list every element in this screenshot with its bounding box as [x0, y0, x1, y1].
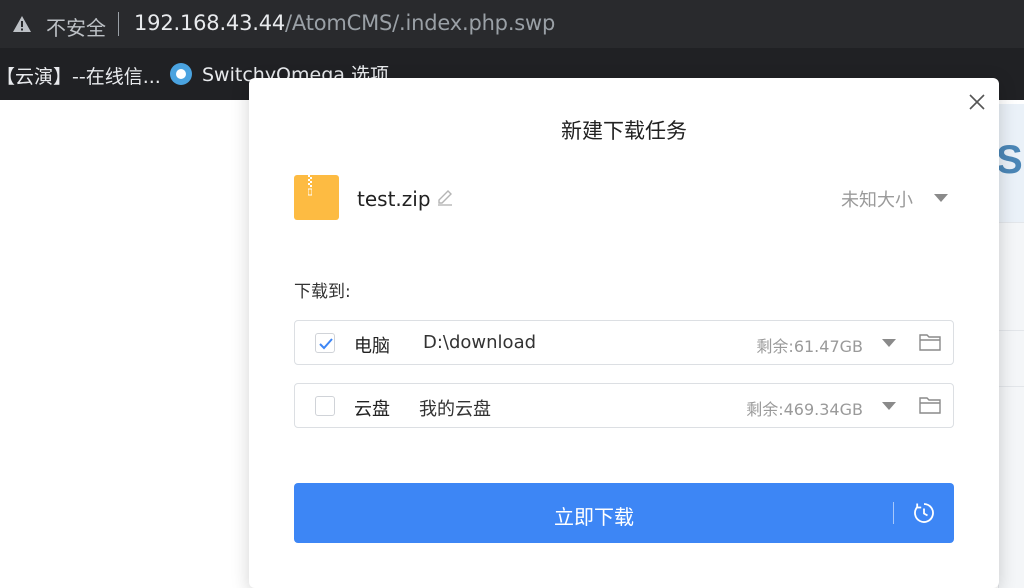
background-heading: S	[996, 138, 1023, 182]
address-divider	[118, 12, 119, 36]
edit-pencil-icon[interactable]	[435, 188, 455, 208]
target-name: 云盘	[354, 399, 390, 420]
save-to-label: 下载到:	[294, 282, 351, 302]
target-free-space: 剩余:469.34GB	[746, 400, 863, 419]
security-label[interactable]: 不安全	[46, 12, 106, 41]
background-divider	[998, 386, 1024, 387]
folder-icon[interactable]	[919, 396, 941, 414]
bookmark-yunyan[interactable]: 【云演】--在线信...	[0, 62, 161, 89]
close-icon[interactable]	[967, 92, 987, 112]
url-path: /AtomCMS/.index.php.swp	[285, 11, 556, 35]
chevron-down-icon[interactable]	[933, 193, 949, 203]
target-free-space: 剩余:61.47GB	[756, 337, 863, 356]
chevron-down-icon[interactable]	[881, 338, 897, 348]
download-now-label: 立即下载	[554, 505, 634, 529]
switchyomega-icon	[170, 62, 192, 85]
schedule-clock-icon[interactable]	[912, 501, 936, 525]
file-size-label: 未知大小	[841, 190, 913, 211]
target-row-pc[interactable]: 电脑 D:\download 剩余:61.47GB	[294, 320, 954, 365]
target-checkbox-cloud[interactable]	[315, 396, 335, 416]
target-checkbox-pc[interactable]	[315, 333, 335, 353]
browser-address-bar: 不安全 192.168.43.44/AtomCMS/.index.php.swp	[0, 0, 1024, 48]
warning-icon[interactable]	[12, 14, 32, 34]
target-path: D:\download	[423, 332, 537, 353]
button-divider	[893, 502, 894, 524]
chevron-down-icon[interactable]	[881, 401, 897, 411]
target-path: 我的云盘	[419, 399, 491, 420]
background-divider	[998, 222, 1024, 223]
zip-file-icon	[294, 175, 339, 220]
url-host: 192.168.43.44	[134, 11, 286, 35]
file-name[interactable]: test.zip	[357, 187, 431, 211]
target-name: 电脑	[354, 336, 390, 357]
checkmark-icon	[319, 338, 333, 350]
zipper-icon	[308, 175, 312, 196]
dialog-title: 新建下载任务	[561, 119, 687, 143]
new-download-dialog: 新建下载任务 test.zip 未知大小 下载到: 电脑 D:\download…	[249, 78, 999, 588]
folder-icon[interactable]	[919, 333, 941, 351]
target-row-cloud[interactable]: 云盘 我的云盘 剩余:469.34GB	[294, 383, 954, 428]
url-text[interactable]: 192.168.43.44/AtomCMS/.index.php.swp	[134, 11, 555, 35]
background-divider	[998, 330, 1024, 331]
download-now-button[interactable]: 立即下载	[294, 483, 954, 543]
